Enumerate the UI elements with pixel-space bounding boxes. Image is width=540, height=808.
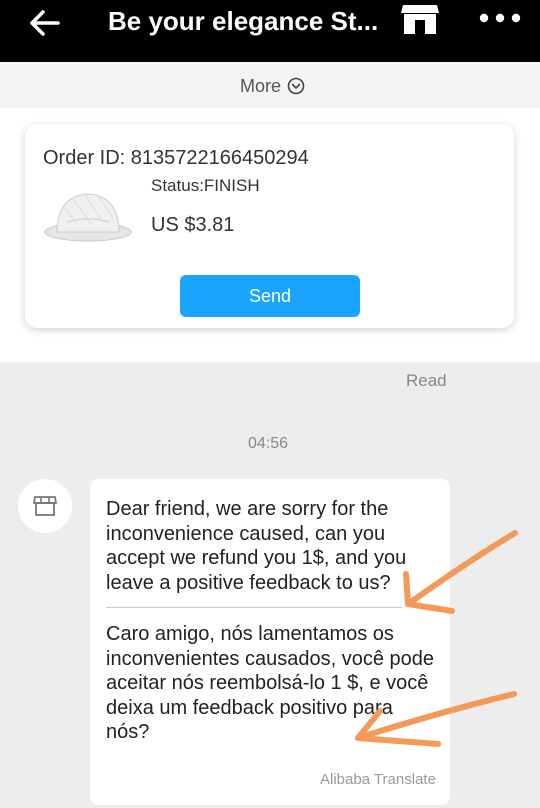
- more-dots-icon: [479, 13, 521, 23]
- arrow-left-icon: [30, 10, 60, 36]
- seller-avatar[interactable]: [18, 479, 72, 533]
- message-text-original: Dear friend, we are sorry for the inconv…: [106, 498, 407, 594]
- message-text-translated: Caro amigo, nós lamentamos os inconvenie…: [106, 623, 435, 743]
- store-icon: [401, 5, 439, 34]
- chat-title: Be your elegance St...: [108, 6, 378, 36]
- order-card: Order ID: 8135722166450294 Status:FINISH…: [25, 124, 514, 328]
- top-bar: Be your elegance St...: [0, 0, 540, 62]
- order-id: Order ID: 8135722166450294: [43, 147, 309, 169]
- read-status: Read: [406, 371, 447, 390]
- load-more-button[interactable]: More: [240, 75, 305, 97]
- load-more-label: More: [240, 75, 282, 96]
- order-price: US $3.81: [151, 214, 235, 236]
- message-timestamp: 04:56: [248, 435, 289, 452]
- store-button[interactable]: [400, 2, 440, 36]
- store-icon: [33, 496, 57, 516]
- order-status: Status:FINISH: [151, 176, 260, 195]
- hat-icon: [44, 193, 132, 242]
- translation-divider: [106, 607, 402, 608]
- back-button[interactable]: [28, 8, 62, 38]
- chevron-down-circle-icon: [287, 77, 305, 95]
- send-button[interactable]: Send: [180, 275, 360, 317]
- message-bubble: Dear friend, we are sorry for the inconv…: [90, 479, 450, 805]
- load-more-bar: More: [0, 62, 540, 108]
- translate-attribution: Alibaba Translate: [320, 771, 436, 788]
- more-menu-button[interactable]: [478, 10, 522, 26]
- product-image[interactable]: [43, 182, 133, 248]
